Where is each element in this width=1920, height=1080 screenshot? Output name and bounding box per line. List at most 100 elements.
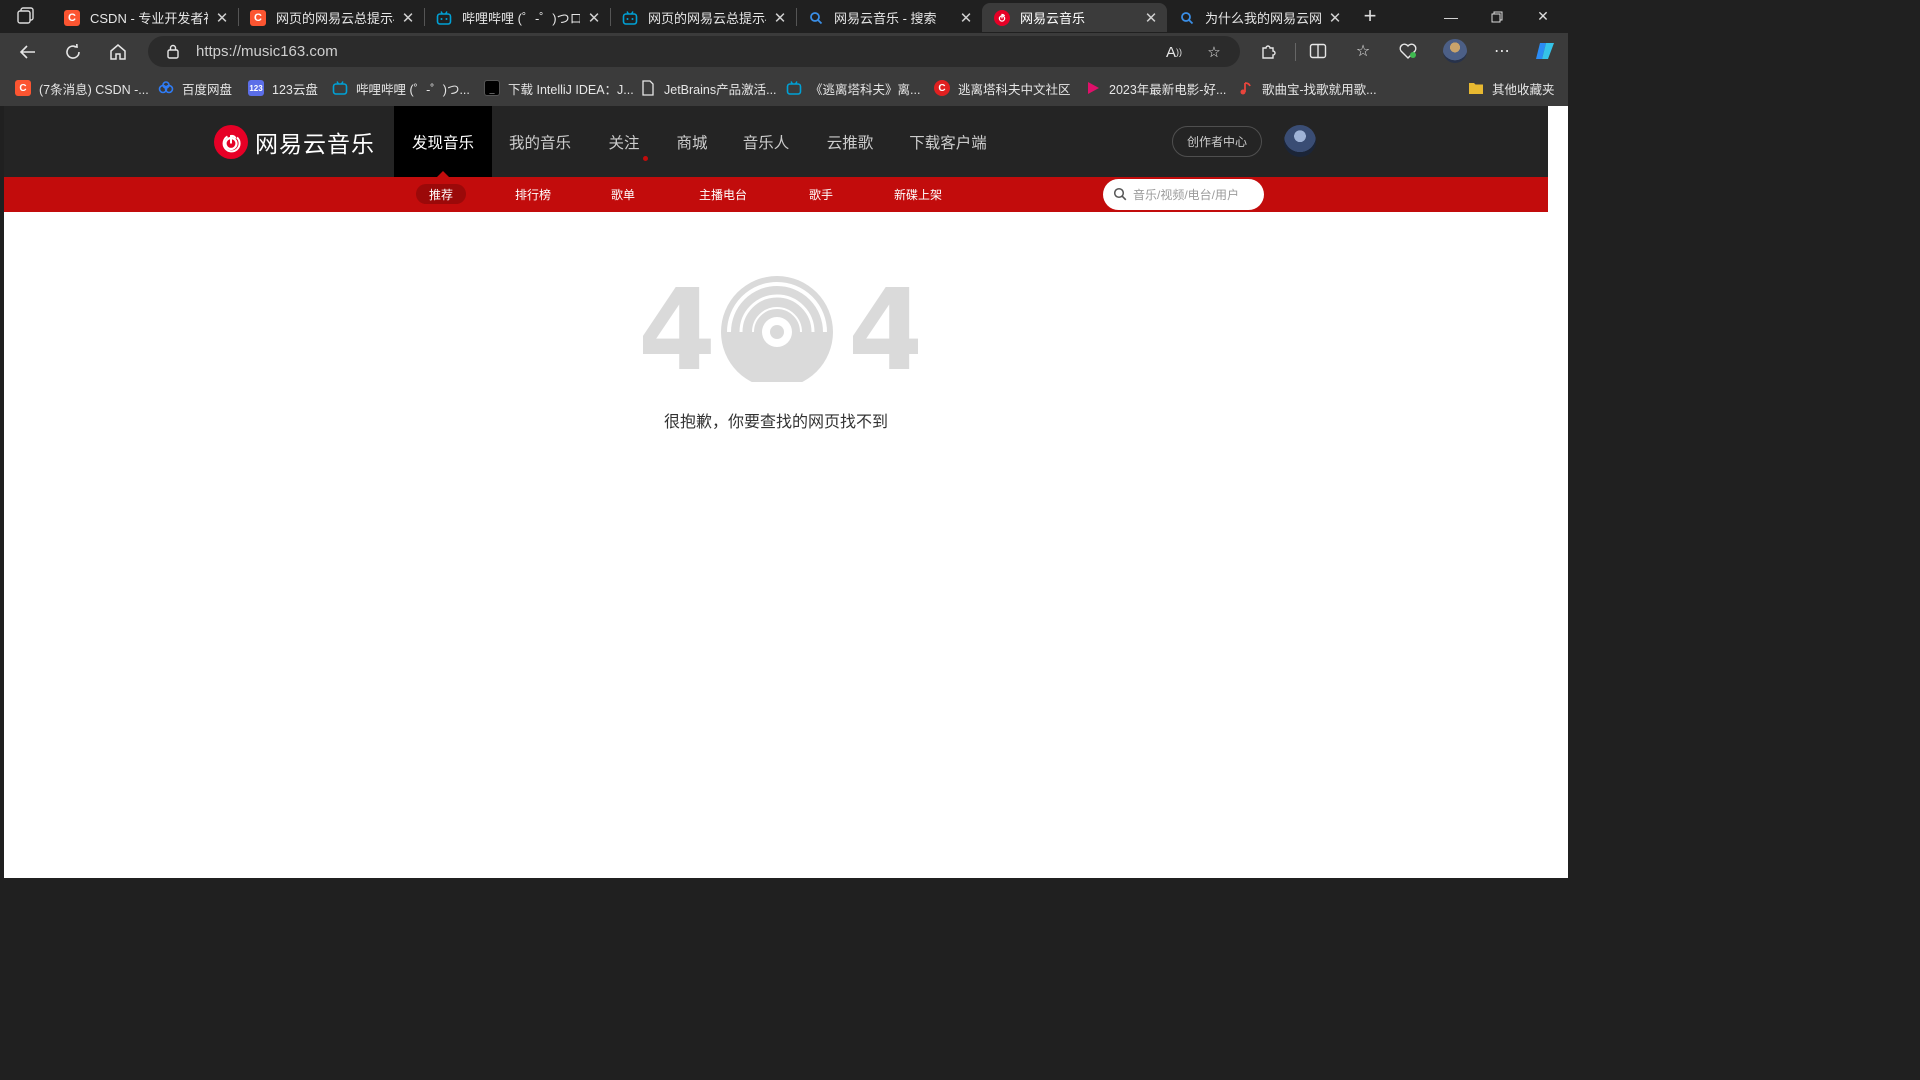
bookmark-item[interactable]: C (7条消息) CSDN -... <box>15 78 149 98</box>
nav-my-music[interactable]: 我的音乐 <box>492 106 588 177</box>
music-note-icon <box>1238 80 1254 96</box>
nav-label: 商城 <box>676 134 708 152</box>
error-message: 很抱歉，你要查找的网页找不到 <box>663 414 888 431</box>
back-arrow-icon[interactable] <box>14 38 42 66</box>
browser-tab[interactable]: C 网页的网易云总提示404 ✕ <box>238 3 424 32</box>
nav-label: 我的音乐 <box>508 134 571 152</box>
csdn-icon: C <box>64 9 80 26</box>
browser-tab[interactable]: 哔哩哔哩 (゜-゜)つロ 干杯~ ✕ <box>424 3 610 32</box>
intellij-icon: _ <box>484 80 500 96</box>
tab-label: CSDN - 专业开发者社区 <box>90 11 208 26</box>
favorite-star-icon[interactable]: ☆ <box>1204 42 1224 62</box>
user-avatar[interactable] <box>1284 125 1316 157</box>
page-scrollbar[interactable] <box>1548 106 1568 878</box>
bookmark-label: (7条消息) CSDN -... <box>39 82 149 97</box>
copilot-icon[interactable] <box>1532 38 1558 64</box>
minimize-icon[interactable]: — <box>1428 0 1474 33</box>
browser-tab[interactable]: 为什么我的网易云网页 ✕ <box>1167 3 1351 32</box>
subnav-toplist[interactable]: 排行榜 <box>502 184 564 204</box>
creator-center-button[interactable]: 创作者中心 <box>1172 126 1262 157</box>
refresh-icon[interactable] <box>59 38 87 66</box>
nav-discover[interactable]: 发现音乐 <box>394 106 492 177</box>
bilibili-icon <box>786 80 802 96</box>
window-close-icon[interactable]: ✕ <box>1520 0 1566 33</box>
favorites-icon[interactable]: ☆ <box>1350 38 1376 64</box>
search-input[interactable] <box>1131 184 1260 206</box>
split-screen-icon[interactable] <box>1305 38 1331 64</box>
close-icon[interactable]: ✕ <box>958 9 974 27</box>
site-logo[interactable]: 网易云音乐 <box>214 125 375 159</box>
more-options-icon[interactable]: ⋯ <box>1489 38 1515 64</box>
nav-cloud-recommend[interactable]: 云推歌 <box>808 106 892 177</box>
read-aloud-icon[interactable]: A)) <box>1164 42 1184 62</box>
new-tab-plus-icon[interactable]: + <box>1358 4 1382 28</box>
error-404-graphic: 4 4 <box>638 266 926 396</box>
workspaces-icon[interactable] <box>16 6 38 26</box>
subnav-artist[interactable]: 歌手 <box>796 184 846 204</box>
tab-label: 网页的网易云总提示404 <box>276 11 394 26</box>
csdn-icon: C <box>15 80 31 96</box>
vinyl-disc-icon <box>721 276 833 388</box>
close-icon[interactable]: ✕ <box>1143 9 1159 27</box>
page-viewport: 网易云音乐 发现音乐 我的音乐 关注 商城 音乐人 云推歌 下载客户端 创作者中… <box>4 106 1548 878</box>
bookmark-item[interactable]: 歌曲宝-找歌就用歌... <box>1238 78 1377 98</box>
bookmark-item[interactable]: 2023年最新电影-好... <box>1085 78 1226 98</box>
bookmark-item[interactable]: JetBrains产品激活... <box>640 78 777 98</box>
browser-tab-active[interactable]: 网易云音乐 ✕ <box>982 3 1167 32</box>
browser-tab[interactable]: 网页的网易云总提示404 ✕ <box>610 3 796 32</box>
baidu-pan-icon <box>158 80 174 96</box>
site-search[interactable] <box>1103 179 1264 210</box>
close-icon[interactable]: ✕ <box>1327 9 1343 27</box>
browser-tab[interactable]: C CSDN - 专业开发者社区 ✕ <box>52 3 238 32</box>
subnav-playlist[interactable]: 歌单 <box>598 184 648 204</box>
csdn-icon: C <box>250 9 266 26</box>
nav-download-client[interactable]: 下载客户端 <box>892 106 1004 177</box>
lock-icon[interactable] <box>166 44 180 64</box>
bilibili-icon <box>622 10 638 26</box>
subnav-recommend[interactable]: 推荐 <box>416 184 467 204</box>
browser-essentials-icon[interactable] <box>1395 38 1421 64</box>
home-icon[interactable] <box>104 38 132 66</box>
profile-avatar-icon[interactable] <box>1442 38 1468 64</box>
nav-follow[interactable]: 关注 <box>588 106 660 177</box>
sub-nav: 推荐 排行榜 歌单 主播电台 歌手 新碟上架 <box>4 177 1548 212</box>
search-icon <box>1179 10 1195 26</box>
bookmark-item[interactable]: 百度网盘 <box>158 78 232 98</box>
tab-label: 为什么我的网易云网页 <box>1205 11 1321 26</box>
bookmark-label: 歌曲宝-找歌就用歌... <box>1262 82 1377 97</box>
close-icon[interactable]: ✕ <box>214 9 230 27</box>
bookmark-label: JetBrains产品激活... <box>664 82 777 97</box>
restore-icon[interactable] <box>1474 0 1520 33</box>
tab-label: 网页的网易云总提示404 <box>648 11 766 26</box>
nav-musician[interactable]: 音乐人 <box>724 106 808 177</box>
bookmark-label: 2023年最新电影-好... <box>1109 82 1227 97</box>
close-icon[interactable]: ✕ <box>400 9 416 27</box>
subnav-djradio[interactable]: 主播电台 <box>686 184 760 204</box>
toolbar-separator <box>1295 43 1296 61</box>
bookmark-label: 哔哩哔哩 (゜-゜)つ... <box>356 82 470 97</box>
search-icon <box>808 10 824 26</box>
extensions-puzzle-icon[interactable] <box>1256 38 1282 64</box>
nav-mall[interactable]: 商城 <box>660 106 724 177</box>
address-bar[interactable]: https://music163.com A)) ☆ <box>148 36 1240 67</box>
bookmark-item[interactable]: 123 123云盘 <box>248 78 318 98</box>
cloud-123-icon: 123 <box>248 80 264 96</box>
tab-label: 网易云音乐 <box>1020 11 1086 26</box>
url-text[interactable]: https://music163.com <box>196 43 338 60</box>
close-icon[interactable]: ✕ <box>586 9 602 27</box>
bookmark-item[interactable]: 《逃离塔科夫》离... <box>786 78 920 98</box>
tab-label: 网易云音乐 - 搜索 <box>834 11 937 26</box>
bookmarks-bar: C (7条消息) CSDN -... 百度网盘 123 123云盘 哔哩哔哩 (… <box>0 70 1568 106</box>
bookmark-item[interactable]: _ 下载 IntelliJ IDEA：J... <box>484 78 634 98</box>
subnav-new-albums[interactable]: 新碟上架 <box>881 184 955 204</box>
other-bookmarks[interactable]: 其他收藏夹 <box>1468 78 1555 98</box>
bookmark-item[interactable]: 哔哩哔哩 (゜-゜)つ... <box>332 78 470 98</box>
browser-tab[interactable]: 网易云音乐 - 搜索 ✕ <box>796 3 982 32</box>
community-icon: C <box>934 80 950 96</box>
nav-label: 关注 <box>608 134 640 152</box>
nav-label: 下载客户端 <box>909 134 987 152</box>
close-icon[interactable]: ✕ <box>772 9 788 27</box>
bookmark-item[interactable]: C 逃离塔科夫中文社区 <box>934 78 1071 98</box>
netease-icon <box>994 9 1010 26</box>
bookmark-label: 逃离塔科夫中文社区 <box>958 82 1071 97</box>
